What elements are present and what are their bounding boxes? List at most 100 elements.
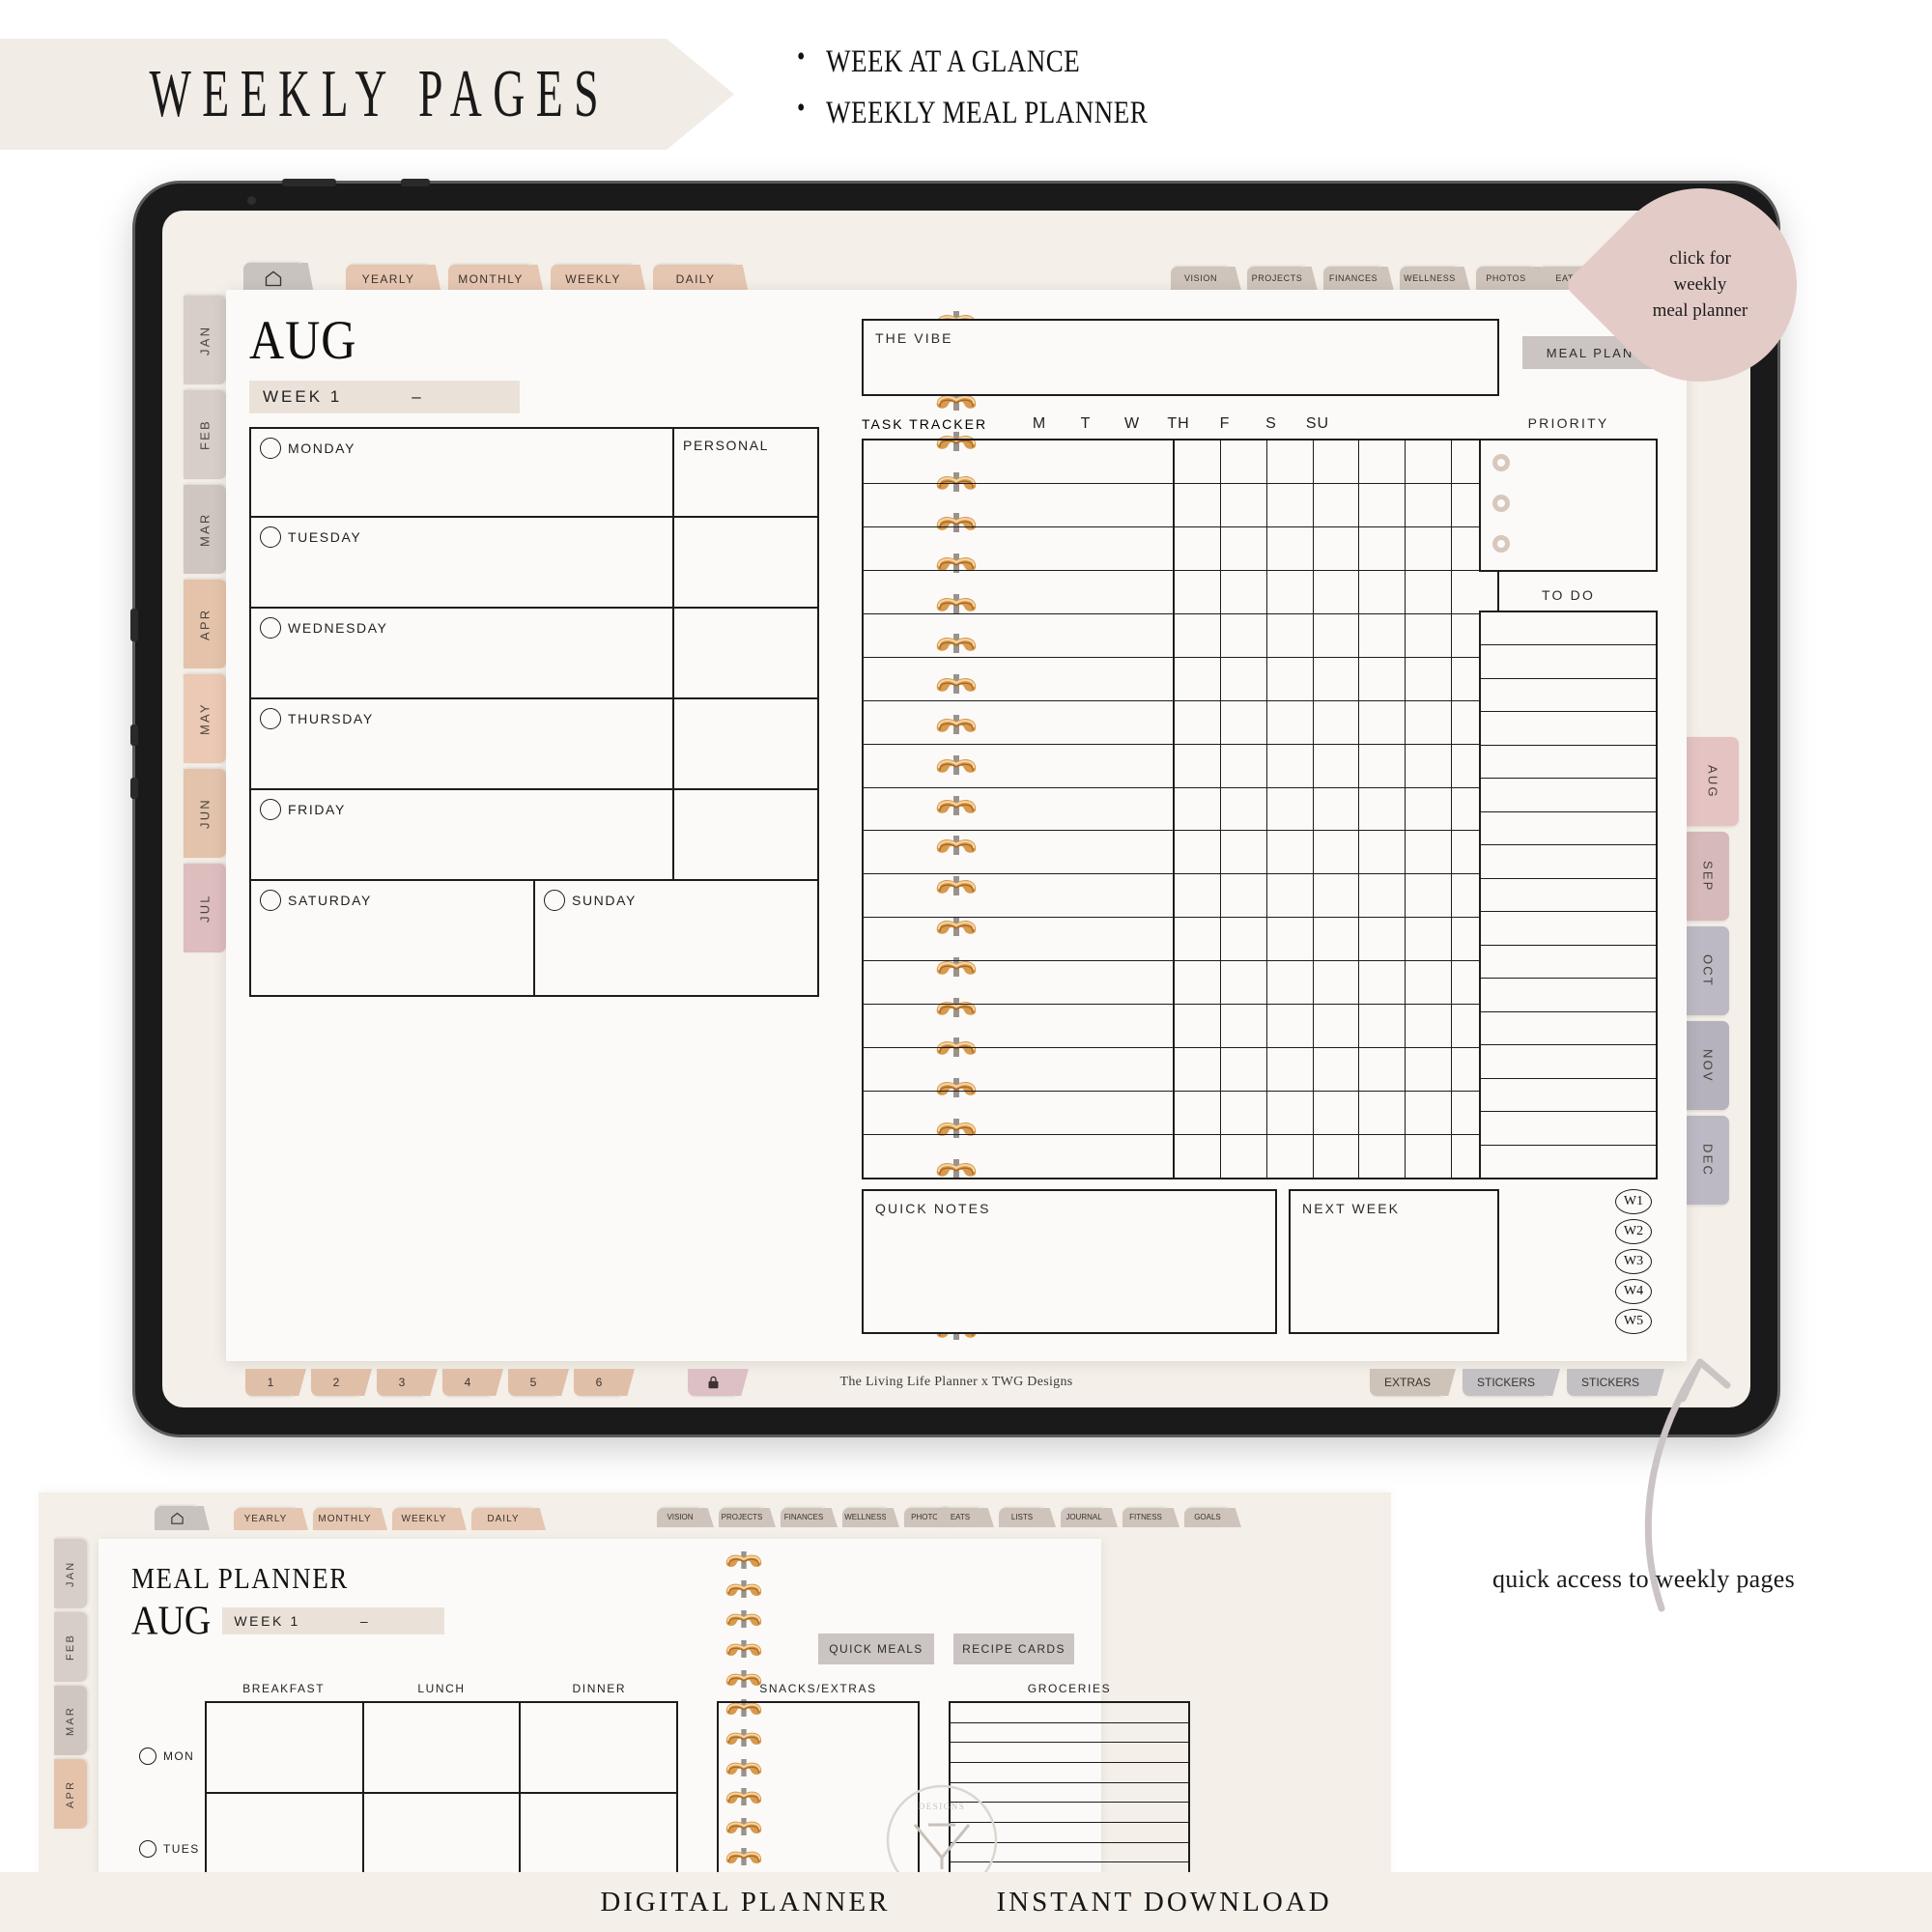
day-row[interactable]: WEDNESDAY (249, 609, 819, 699)
lock-button[interactable] (688, 1369, 738, 1396)
task-check-column[interactable] (1266, 440, 1314, 1178)
task-row[interactable] (864, 658, 1173, 701)
weekend-row[interactable]: SATURDAY SUNDAY (249, 881, 819, 997)
task-checkbox-cell[interactable] (1406, 484, 1452, 527)
meal-month-tab-apr[interactable]: APR (54, 1759, 87, 1829)
task-checkbox-cell[interactable] (1220, 571, 1266, 614)
task-checkbox-cell[interactable] (1175, 961, 1220, 1006)
task-checkbox-cell[interactable] (1359, 571, 1406, 614)
task-checkbox-cell[interactable] (1406, 701, 1452, 745)
task-checkbox-cell[interactable] (1406, 961, 1452, 1006)
task-row[interactable] (864, 701, 1173, 745)
task-checkbox-cell[interactable] (1313, 571, 1359, 614)
task-row[interactable] (864, 918, 1173, 962)
task-checkbox-cell[interactable] (1175, 527, 1220, 571)
task-checkbox-cell[interactable] (1359, 614, 1406, 658)
weekend-entry-area[interactable]: SATURDAY (251, 881, 533, 995)
category-tab-vision[interactable]: VISION (1171, 267, 1231, 291)
meal-cell[interactable] (364, 1703, 522, 1792)
task-checkbox-cell[interactable] (1359, 658, 1406, 701)
extras-tab[interactable]: EXTRAS (1370, 1369, 1445, 1396)
todo-line[interactable] (1481, 612, 1656, 646)
task-checkbox-cell[interactable] (1220, 614, 1266, 658)
task-row[interactable] (864, 440, 1173, 484)
task-checkbox-cell[interactable] (1175, 1135, 1220, 1178)
task-checkbox-cell[interactable] (1406, 571, 1452, 614)
month-tab-jul[interactable]: JUL (184, 864, 226, 952)
task-checkbox-cell[interactable] (1220, 484, 1266, 527)
month-tab-apr[interactable]: APR (184, 580, 226, 668)
month-tab-oct[interactable]: OCT (1687, 926, 1729, 1015)
task-checkbox-cell[interactable] (1220, 658, 1266, 701)
month-tab-sep[interactable]: SEP (1687, 832, 1729, 921)
task-checkbox-cell[interactable] (1175, 658, 1220, 701)
task-row[interactable] (864, 1048, 1173, 1093)
week-jump-w3[interactable]: W3 (1615, 1249, 1652, 1274)
task-checkbox-cell[interactable] (1220, 745, 1266, 788)
task-checkbox-cell[interactable] (1406, 918, 1452, 962)
week-jump-w5[interactable]: W5 (1615, 1309, 1652, 1334)
task-checkbox-cell[interactable] (1266, 874, 1313, 919)
meal-category-tab-fitness[interactable]: FITNESS (1122, 1508, 1169, 1527)
task-row[interactable] (864, 874, 1173, 919)
task-checkbox-cell[interactable] (1266, 571, 1313, 614)
task-checkbox-cell[interactable] (1406, 745, 1452, 788)
meal-cell[interactable] (364, 1794, 522, 1883)
task-checkbox-cell[interactable] (1359, 874, 1406, 919)
task-checkbox-cell[interactable] (1313, 527, 1359, 571)
task-row[interactable] (864, 527, 1173, 571)
category-tab-projects[interactable]: PROJECTS (1247, 267, 1307, 291)
task-checkbox-cell[interactable] (1359, 527, 1406, 571)
task-check-column[interactable] (1220, 440, 1267, 1178)
day-entry-area[interactable]: THURSDAY (251, 699, 672, 788)
task-checkbox-cell[interactable] (1359, 918, 1406, 962)
month-tab-mar[interactable]: MAR (184, 485, 226, 574)
task-row[interactable] (864, 571, 1173, 614)
day-entry-area[interactable]: TUESDAY (251, 518, 672, 607)
meal-category-tab-eats[interactable]: EATS (937, 1508, 983, 1527)
meal-month-tab-mar[interactable]: MAR (54, 1686, 87, 1755)
meal-nav-tab-yearly[interactable]: YEARLY (234, 1508, 298, 1530)
todo-line[interactable] (1481, 879, 1656, 913)
week-jump-w4[interactable]: W4 (1615, 1279, 1652, 1304)
task-tracker-rows[interactable] (862, 439, 1175, 1179)
meal-category-tab-vision[interactable]: VISION (657, 1508, 703, 1527)
todo-line[interactable] (1481, 1112, 1656, 1146)
week-selector[interactable]: WEEK 1 – (249, 381, 520, 413)
task-checkbox-cell[interactable] (1359, 745, 1406, 788)
task-checkbox-cell[interactable] (1359, 1005, 1406, 1049)
meal-category-tab-lists[interactable]: LISTS (999, 1508, 1045, 1527)
volume-down-button[interactable] (130, 724, 138, 746)
todo-line[interactable] (1481, 1079, 1656, 1113)
task-checkbox-cell[interactable] (1175, 831, 1220, 875)
task-checkbox-cell[interactable] (1313, 788, 1359, 832)
task-checkbox-cell[interactable] (1359, 484, 1406, 527)
task-checkbox-cell[interactable] (1266, 745, 1313, 788)
task-checkbox-cell[interactable] (1266, 440, 1313, 484)
task-tracker-checkbox-columns[interactable] (1175, 439, 1499, 1179)
task-checkbox-cell[interactable] (1175, 484, 1220, 527)
month-tab-dec[interactable]: DEC (1687, 1116, 1729, 1205)
task-check-column[interactable] (1406, 440, 1453, 1178)
task-checkbox-cell[interactable] (1406, 1092, 1452, 1135)
task-row[interactable] (864, 961, 1173, 1006)
day-entry-area[interactable]: WEDNESDAY (251, 609, 672, 697)
category-tab-wellness[interactable]: WELLNESS (1400, 267, 1460, 291)
task-checkbox-cell[interactable] (1266, 788, 1313, 832)
recipe-cards-button[interactable]: RECIPE CARDS (953, 1634, 1074, 1664)
meal-category-tab-projects[interactable]: PROJECTS (719, 1508, 765, 1527)
page-tab-3[interactable]: 3 (377, 1369, 427, 1396)
meal-nav-tab-monthly[interactable]: MONTHLY (313, 1508, 377, 1530)
task-checkbox-cell[interactable] (1313, 440, 1359, 484)
task-checkbox-cell[interactable] (1359, 831, 1406, 875)
task-checkbox-cell[interactable] (1175, 701, 1220, 745)
task-checkbox-cell[interactable] (1359, 1092, 1406, 1135)
quick-notes-box[interactable]: QUICK NOTES (862, 1189, 1277, 1334)
meal-week-selector[interactable]: WEEK 1 – (222, 1607, 445, 1634)
page-tab-6[interactable]: 6 (574, 1369, 624, 1396)
page-tab-5[interactable]: 5 (508, 1369, 558, 1396)
task-checkbox-cell[interactable] (1406, 658, 1452, 701)
task-checkbox-cell[interactable] (1313, 1092, 1359, 1135)
task-checkbox-cell[interactable] (1220, 1005, 1266, 1049)
task-checkbox-cell[interactable] (1313, 918, 1359, 962)
